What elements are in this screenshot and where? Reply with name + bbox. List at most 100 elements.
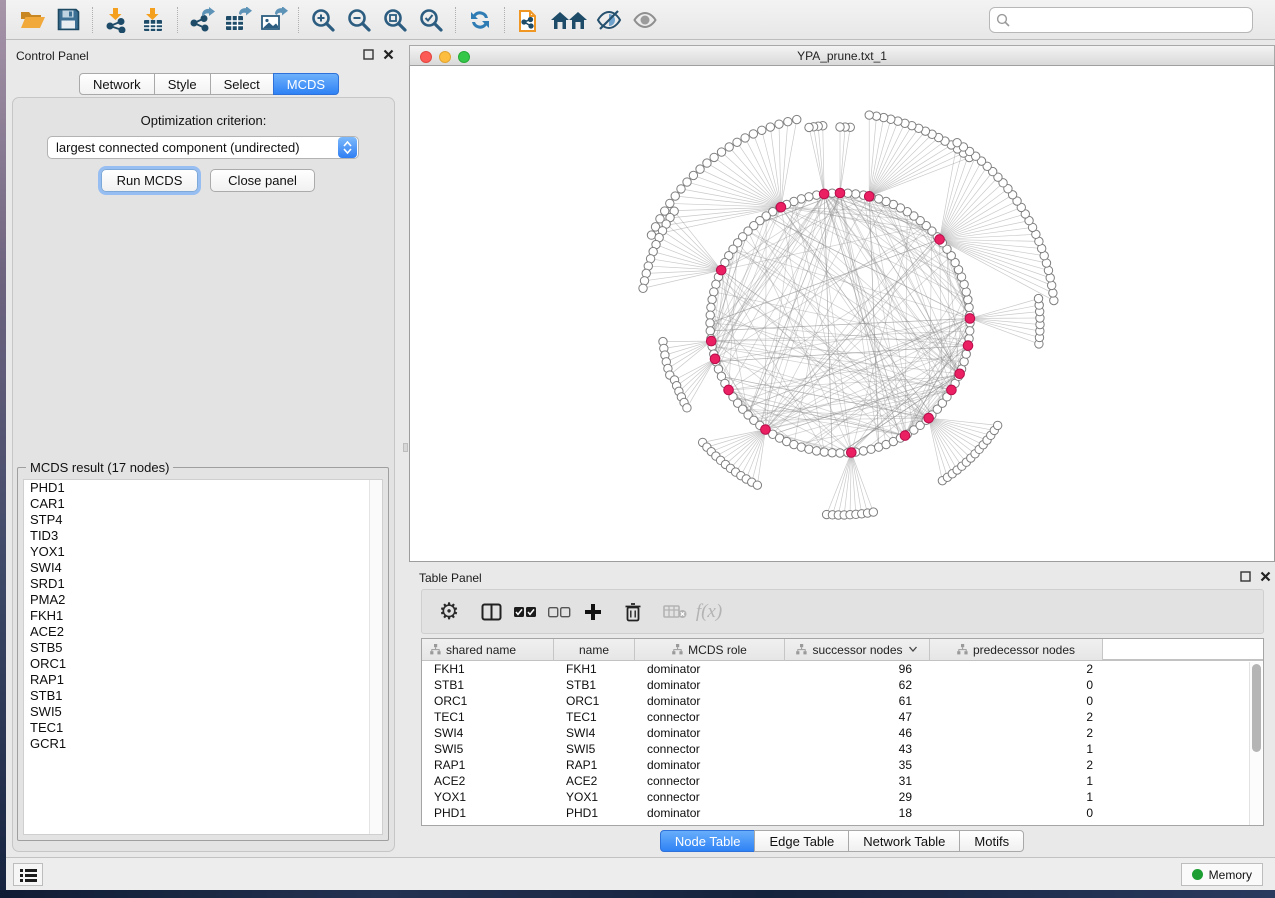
run-mcds-button[interactable]: Run MCDS bbox=[101, 169, 198, 192]
cell-name[interactable]: ACE2 bbox=[554, 773, 635, 789]
mcds-result-item[interactable]: STB5 bbox=[24, 640, 382, 656]
column-header-successor-nodes[interactable]: successor nodes bbox=[785, 639, 930, 660]
network-leaf-node[interactable] bbox=[953, 138, 961, 146]
mcds-result-item[interactable]: TEC1 bbox=[24, 720, 382, 736]
cell-successor_nodes[interactable]: 18 bbox=[785, 805, 930, 821]
column-header-name[interactable]: name bbox=[554, 639, 635, 660]
cell-mcds_role[interactable]: dominator bbox=[635, 661, 785, 677]
select-all-rows-button[interactable] bbox=[508, 595, 542, 629]
cell-successor_nodes[interactable]: 47 bbox=[785, 709, 930, 725]
cell-shared_name[interactable]: SWI4 bbox=[422, 725, 554, 741]
cell-shared_name[interactable]: PHD1 bbox=[422, 805, 554, 821]
mcds-result-item[interactable]: RAP1 bbox=[24, 672, 382, 688]
mcds-result-item[interactable]: TID3 bbox=[24, 528, 382, 544]
cell-name[interactable]: RAP1 bbox=[554, 757, 635, 773]
column-header-shared-name[interactable]: shared name bbox=[422, 639, 554, 660]
cell-mcds_role[interactable]: connector bbox=[635, 741, 785, 757]
network-leaf-node[interactable] bbox=[993, 421, 1001, 429]
toggle-column-view-button[interactable] bbox=[474, 595, 508, 629]
network-leaf-node[interactable] bbox=[683, 404, 691, 412]
mcds-result-item[interactable]: SWI5 bbox=[24, 704, 382, 720]
mcds-result-item[interactable]: ACE2 bbox=[24, 624, 382, 640]
panel-splitter[interactable] bbox=[402, 40, 409, 857]
status-menu-button[interactable] bbox=[13, 863, 43, 886]
mcds-hub-node[interactable] bbox=[716, 265, 726, 275]
network-leaf-node[interactable] bbox=[689, 171, 697, 179]
cell-mcds_role[interactable]: dominator bbox=[635, 725, 785, 741]
cell-shared_name[interactable]: STB1 bbox=[422, 677, 554, 693]
cell-shared_name[interactable]: SWI5 bbox=[422, 741, 554, 757]
zoom-out-button[interactable] bbox=[341, 4, 377, 36]
network-leaf-node[interactable] bbox=[710, 153, 718, 161]
cell-successor_nodes[interactable]: 46 bbox=[785, 725, 930, 741]
hide-graphics-details-button[interactable] bbox=[591, 4, 627, 36]
cell-predecessor_nodes[interactable]: 1 bbox=[930, 789, 1103, 805]
table-row[interactable]: TEC1TEC1connector472 bbox=[422, 709, 1263, 725]
deselect-all-rows-button[interactable] bbox=[542, 595, 576, 629]
cell-mcds_role[interactable]: dominator bbox=[635, 805, 785, 821]
cell-successor_nodes[interactable]: 35 bbox=[785, 757, 930, 773]
network-canvas[interactable] bbox=[409, 66, 1275, 562]
cell-name[interactable]: SWI5 bbox=[554, 741, 635, 757]
tab-style[interactable]: Style bbox=[154, 73, 211, 95]
network-leaf-node[interactable] bbox=[1034, 294, 1042, 302]
network-node[interactable] bbox=[805, 445, 813, 453]
mcds-result-item[interactable]: SWI4 bbox=[24, 560, 382, 576]
table-row[interactable]: PHD1PHD1dominator180 bbox=[422, 805, 1263, 821]
optimization-criterion-select[interactable]: largest connected component (undirected) bbox=[47, 136, 359, 159]
network-node[interactable] bbox=[708, 295, 716, 303]
mcds-hub-node[interactable] bbox=[710, 354, 720, 364]
cell-predecessor_nodes[interactable]: 2 bbox=[930, 709, 1103, 725]
tab-mcds[interactable]: MCDS bbox=[273, 73, 339, 95]
table-row[interactable]: SWI4SWI4dominator462 bbox=[422, 725, 1263, 741]
network-leaf-node[interactable] bbox=[677, 185, 685, 193]
mcds-result-item[interactable]: SRD1 bbox=[24, 576, 382, 592]
network-leaf-node[interactable] bbox=[717, 148, 725, 156]
cell-name[interactable]: ORC1 bbox=[554, 693, 635, 709]
network-leaf-node[interactable] bbox=[725, 143, 733, 151]
export-table-button[interactable] bbox=[220, 4, 256, 36]
network-node[interactable] bbox=[707, 303, 715, 311]
tab-select[interactable]: Select bbox=[210, 73, 274, 95]
cell-shared_name[interactable]: ACE2 bbox=[422, 773, 554, 789]
network-leaf-node[interactable] bbox=[1050, 296, 1058, 304]
network-node[interactable] bbox=[859, 447, 867, 455]
network-node[interactable] bbox=[966, 327, 974, 335]
cell-name[interactable]: SWI4 bbox=[554, 725, 635, 741]
column-settings-button[interactable]: ⚙ bbox=[432, 595, 466, 629]
cell-mcds_role[interactable]: dominator bbox=[635, 693, 785, 709]
network-leaf-node[interactable] bbox=[703, 159, 711, 167]
cell-predecessor_nodes[interactable]: 1 bbox=[930, 773, 1103, 789]
cell-shared_name[interactable]: TEC1 bbox=[422, 709, 554, 725]
mcds-list-scrollbar[interactable] bbox=[369, 480, 382, 834]
import-network-button[interactable] bbox=[99, 4, 135, 36]
mcds-hub-node[interactable] bbox=[963, 341, 973, 351]
network-leaf-node[interactable] bbox=[1049, 289, 1057, 297]
network-leaf-node[interactable] bbox=[775, 120, 783, 128]
cell-successor_nodes[interactable]: 29 bbox=[785, 789, 930, 805]
network-node[interactable] bbox=[964, 295, 972, 303]
create-column-button[interactable] bbox=[576, 595, 610, 629]
mcds-hub-node[interactable] bbox=[776, 202, 786, 212]
float-panel-button[interactable] bbox=[361, 49, 375, 63]
cell-shared_name[interactable]: FKH1 bbox=[422, 661, 554, 677]
mcds-result-item[interactable]: FKH1 bbox=[24, 608, 382, 624]
table-scrollbar[interactable] bbox=[1249, 662, 1262, 826]
cell-successor_nodes[interactable]: 31 bbox=[785, 773, 930, 789]
zoom-selected-button[interactable] bbox=[413, 4, 449, 36]
cell-shared_name[interactable]: YOX1 bbox=[422, 789, 554, 805]
mcds-hub-node[interactable] bbox=[935, 235, 945, 245]
network-node[interactable] bbox=[828, 449, 836, 457]
save-session-button[interactable] bbox=[50, 4, 86, 36]
cell-shared_name[interactable]: RAP1 bbox=[422, 757, 554, 773]
network-leaf-node[interactable] bbox=[749, 130, 757, 138]
cell-name[interactable]: PHD1 bbox=[554, 805, 635, 821]
mcds-result-item[interactable]: STB1 bbox=[24, 688, 382, 704]
mcds-hub-node[interactable] bbox=[864, 192, 874, 202]
mcds-hub-node[interactable] bbox=[706, 336, 716, 346]
table-row[interactable]: STB1STB1dominator620 bbox=[422, 677, 1263, 693]
network-leaf-node[interactable] bbox=[741, 134, 749, 142]
cell-successor_nodes[interactable]: 61 bbox=[785, 693, 930, 709]
clone-network-button[interactable] bbox=[511, 4, 547, 36]
table-row[interactable]: YOX1YOX1connector291 bbox=[422, 789, 1263, 805]
